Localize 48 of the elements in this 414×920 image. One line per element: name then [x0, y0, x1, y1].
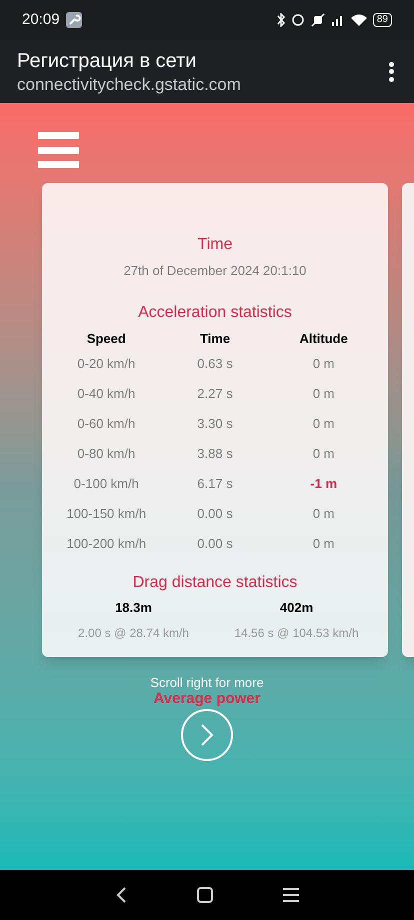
drag-result: 14.56 s @ 104.53 km/h	[233, 624, 360, 642]
table-cell-text: 0.00 s	[196, 504, 234, 522]
table-cell-text: 0 m	[312, 384, 336, 402]
drag-result: 2.00 s @ 28.74 km/h	[77, 624, 190, 642]
battery-icon: 89	[372, 13, 392, 27]
scroll-hint: Scroll right for more	[150, 675, 264, 691]
chevron-right-icon	[200, 723, 214, 747]
table-cell-text: 0-40 km/h	[76, 384, 136, 402]
next-section-title: Average power	[154, 691, 260, 707]
column-header: Altitude	[298, 330, 349, 348]
bluetooth-icon	[276, 13, 285, 27]
column-header: Time	[198, 330, 232, 348]
menu-button[interactable]	[38, 132, 79, 168]
column-header: Speed	[86, 330, 127, 348]
drag-distance: 402m	[278, 598, 314, 616]
table-cell-text: 0.00 s	[196, 534, 234, 552]
home-icon[interactable]	[197, 887, 213, 903]
timestamp: 27th of December 2024 20:1:10	[124, 262, 306, 280]
table-cell-text: 3.30 s	[196, 414, 234, 432]
menu-icon[interactable]	[283, 888, 299, 902]
table-cell-text: 0 m	[312, 534, 336, 552]
back-icon[interactable]	[115, 886, 127, 904]
status-time: 20:09	[22, 10, 60, 30]
table-cell-text: -1 m	[309, 474, 338, 492]
section-title: Drag distance statistics	[132, 572, 298, 592]
section-title: Acceleration statistics	[138, 302, 292, 322]
table-cell-text: 0.63 s	[196, 354, 234, 372]
page-url: connectivitycheck.gstatic.com	[17, 74, 242, 96]
table-cell-text: 100-200 km/h	[66, 534, 148, 552]
wifi-icon	[350, 14, 367, 26]
table-cell-text: 100-150 km/h	[66, 504, 148, 522]
table-cell-text: 0 m	[312, 504, 336, 522]
table-cell-text: 0 m	[312, 354, 336, 372]
table-cell-text: 0-80 km/h	[76, 444, 136, 462]
signal-icon	[330, 13, 345, 27]
table-cell-text: 0-20 km/h	[76, 354, 136, 372]
table-cell-text: 2.27 s	[196, 384, 234, 402]
table-cell-text: 0-60 km/h	[76, 414, 136, 432]
table-cell-text: 0-100 km/h	[72, 474, 140, 492]
page-title: Регистрация в сети	[17, 48, 198, 74]
table-cell-text: 0 m	[312, 444, 336, 462]
wrench-icon	[66, 12, 82, 28]
section-title: Time	[198, 235, 232, 255]
table-cell-text: 0 m	[312, 414, 336, 432]
table-cell-text: 6.17 s	[196, 474, 234, 492]
drag-distance: 18.3m	[114, 598, 153, 616]
table-cell-text: 3.88 s	[196, 444, 234, 462]
next-button[interactable]	[181, 709, 233, 761]
